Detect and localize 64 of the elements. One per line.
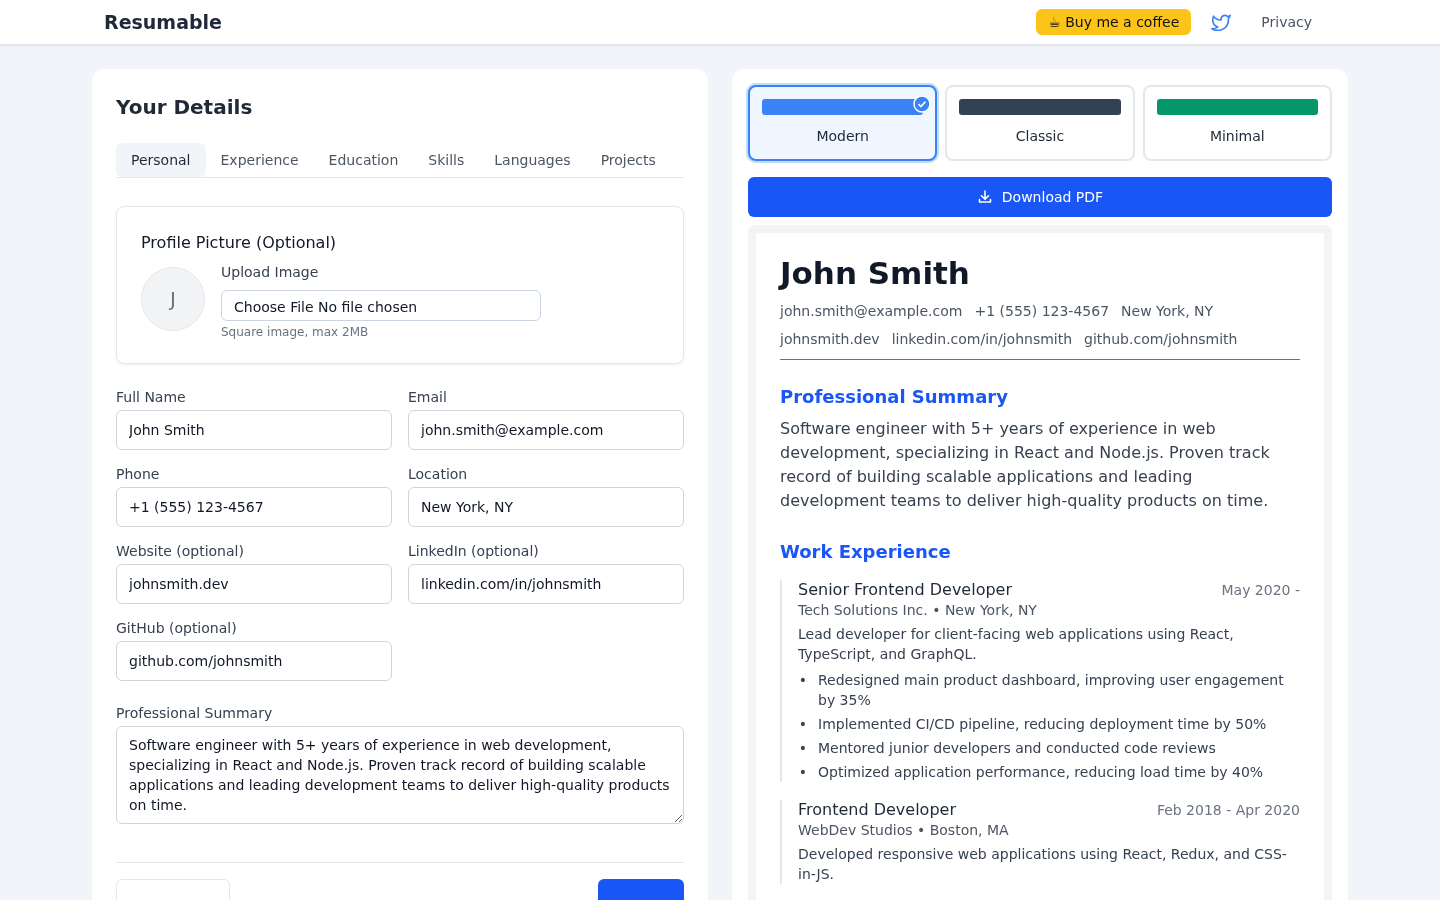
panel-title: Your Details xyxy=(116,95,254,119)
summary-text: Software engineer with 5+ years of experience in web development, specializing in React and Node.js. Proven track record of building scalable applications and leading development teams to deliver high-quality products on time. xyxy=(780,418,1271,512)
text-field[interactable]: +1 (555) 123-4567 xyxy=(116,487,392,527)
field-label: GitHub (optional) xyxy=(116,620,237,636)
field-label: Full Name xyxy=(116,389,186,405)
download-pdf-button[interactable]: Download PDF xyxy=(748,177,1332,217)
job-company: WebDev Studios • Boston, MA xyxy=(798,822,1010,838)
job-title: Senior Frontend Developer xyxy=(798,580,1013,599)
bullet-marker: • xyxy=(798,739,808,758)
section-tab[interactable]: Languages xyxy=(479,143,586,177)
field-label: Website (optional) xyxy=(116,543,244,559)
text-field[interactable]: john.smith@example.com xyxy=(408,410,684,450)
text-field[interactable]: New York, NY xyxy=(408,487,684,527)
bullet-marker: • xyxy=(798,763,808,782)
job-achievement: Optimized application performance, reducing load time by 40% xyxy=(818,763,1264,782)
section-tab[interactable]: Personal xyxy=(116,143,206,177)
summary-textarea[interactable]: Software engineer with 5+ years of experience in web development, specializing in React and Node.js. Proven track record of building scalable applications and leading development teams to deliver high-quality products on time. xyxy=(116,726,684,824)
contact-detail: github.com/johnsmith xyxy=(1084,331,1238,347)
field-label: Location xyxy=(408,466,468,482)
text-field[interactable]: linkedin.com/in/johnsmith xyxy=(408,564,684,604)
text-field[interactable]: johnsmith.dev xyxy=(116,564,392,604)
resume-name: John Smith xyxy=(780,255,971,291)
template-option[interactable]: Classic xyxy=(945,85,1135,161)
job-title: Frontend Developer xyxy=(798,800,956,819)
text-field[interactable]: John Smith xyxy=(116,410,392,450)
job-dates: Feb 2018 - Apr 2020 xyxy=(1156,802,1300,818)
job-achievement: Implemented CI/CD pipeline, reducing deployment time by 50% xyxy=(818,715,1267,734)
field-label: Email xyxy=(408,389,447,405)
section-tab[interactable]: Skills xyxy=(413,143,480,177)
job-achievement: Mentored junior developers and conducted code reviews xyxy=(818,739,1216,758)
app-logo[interactable]: Resumable xyxy=(104,11,222,33)
bullet-marker: • xyxy=(798,715,808,734)
text-field[interactable]: github.com/johnsmith xyxy=(116,641,392,681)
job-company: Tech Solutions Inc. • New York, NY xyxy=(798,602,1038,618)
section-heading: Work Experience xyxy=(780,541,952,562)
bullet-marker: • xyxy=(798,671,808,690)
bird-icon[interactable] xyxy=(1211,13,1232,31)
file-input[interactable]: Choose File No file chosen xyxy=(221,290,541,321)
hint-text: Square image, max 2MB xyxy=(221,325,369,339)
job-description: Developed responsive web applications using React, Redux, and CSS-in-JS. xyxy=(798,845,1288,884)
field-label: Phone xyxy=(116,466,160,482)
template-option[interactable]: Modern xyxy=(748,85,938,161)
template-option[interactable]: Minimal xyxy=(1142,85,1332,161)
section-title: Profile Picture (Optional) xyxy=(141,233,338,252)
job-achievement: Redesigned main product dashboard, improving user engagement by 35% xyxy=(818,671,1285,710)
contact-detail: john.smith@example.com xyxy=(780,303,963,319)
job-description: Lead developer for client-facing web applications using React, TypeScript, and GraphQL. xyxy=(798,625,1235,664)
avatar-initial: J xyxy=(170,287,176,311)
field-label: LinkedIn (optional) xyxy=(408,543,539,559)
privacy-link[interactable]: Privacy xyxy=(1261,14,1312,30)
contact-detail: +1 (555) 123-4567 xyxy=(974,303,1110,319)
section-tab[interactable]: Experience xyxy=(205,143,314,177)
field-label: Professional Summary xyxy=(116,705,273,721)
section-tab[interactable]: Education xyxy=(313,143,414,177)
download-icon xyxy=(976,189,993,205)
contact-detail: linkedin.com/in/johnsmith xyxy=(891,331,1073,347)
section-tab[interactable]: Projects xyxy=(585,143,671,177)
field-label: Upload Image xyxy=(221,264,319,280)
contact-detail: New York, NY xyxy=(1121,303,1214,319)
contact-detail: johnsmith.dev xyxy=(780,331,880,347)
section-heading: Professional Summary xyxy=(780,386,1009,407)
job-dates: May 2020 - xyxy=(1221,582,1300,598)
buy-coffee-button[interactable]: ☕ Buy me a coffee xyxy=(1036,9,1192,35)
check-circle-icon xyxy=(913,95,932,113)
